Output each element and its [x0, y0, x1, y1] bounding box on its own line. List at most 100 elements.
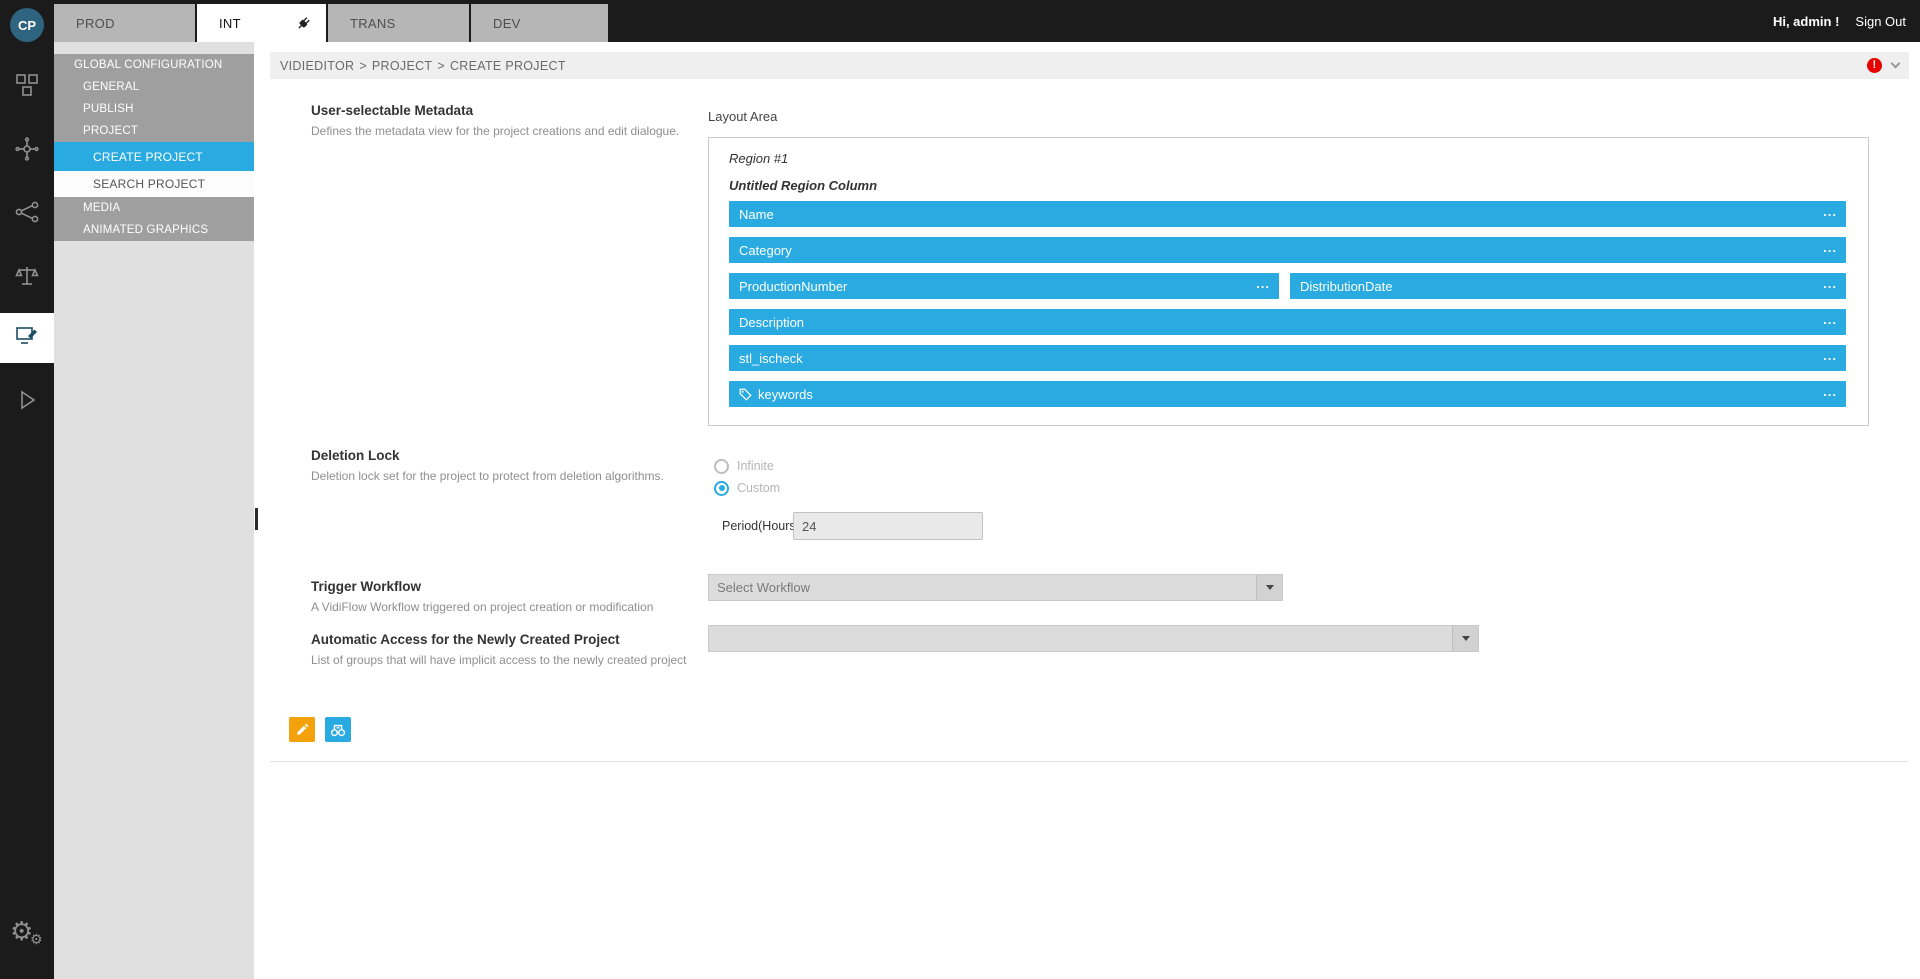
sidebar: GLOBAL CONFIGURATION GENERAL PUBLISH PRO…	[54, 42, 254, 979]
user-area: Hi, admin ! Sign Out	[1773, 0, 1906, 42]
field-options-handle[interactable]: ...	[1823, 241, 1837, 254]
player-icon	[14, 387, 40, 418]
sign-out-link[interactable]: Sign Out	[1855, 14, 1906, 29]
environment-tabs: PROD INT TRANS DEV	[54, 4, 608, 42]
sidebar-item-label: GENERAL	[83, 81, 139, 93]
create-project-form: User-selectable Metadata Defines the met…	[270, 79, 1909, 762]
breadcrumb-right: !	[1867, 58, 1899, 73]
radio-row-custom: Custom	[714, 480, 780, 496]
splitter-handle[interactable]	[255, 508, 258, 530]
sidebar-item-animated-graphics[interactable]: ANIMATED GRAPHICS	[54, 219, 254, 241]
sidebar-item-global-configuration[interactable]: GLOBAL CONFIGURATION	[54, 54, 254, 76]
radio-custom[interactable]	[714, 481, 729, 496]
sidebar-item-label: PUBLISH	[83, 103, 134, 115]
top-bar: PROD INT TRANS DEV Hi, admin !	[54, 0, 1920, 42]
app-logo[interactable]: CP	[10, 8, 44, 42]
chevron-down-icon[interactable]	[1891, 59, 1901, 69]
period-hours-input[interactable]	[793, 512, 983, 540]
tab-trans[interactable]: TRANS	[328, 4, 469, 42]
field-label: ProductionNumber	[739, 279, 847, 294]
metadata-field-production-number[interactable]: ProductionNumber ...	[729, 273, 1279, 299]
sidebar-item-create-project[interactable]: CREATE PROJECT	[54, 142, 254, 171]
edit-button[interactable]	[289, 717, 315, 742]
workflow-select[interactable]: Select Workflow	[708, 574, 1283, 601]
field-label: Name	[739, 207, 774, 222]
breadcrumb: VIDIEDITOR > PROJECT > CREATE PROJECT !	[270, 52, 1909, 79]
connections-icon	[14, 136, 40, 167]
sidebar-item-publish[interactable]: PUBLISH	[54, 98, 254, 120]
user-greeting: Hi, admin !	[1773, 14, 1839, 29]
rail-item-player[interactable]	[0, 377, 54, 427]
tab-dev[interactable]: DEV	[471, 4, 608, 42]
sidebar-item-general[interactable]: GENERAL	[54, 76, 254, 98]
metadata-field-stl-ischeck[interactable]: stl_ischeck ...	[729, 345, 1846, 371]
tab-prod[interactable]: PROD	[54, 4, 195, 42]
metadata-field-category[interactable]: Category ...	[729, 237, 1846, 263]
metadata-field-description[interactable]: Description ...	[729, 309, 1846, 335]
preview-button[interactable]	[325, 717, 351, 742]
auto-access-title: Automatic Access for the Newly Created P…	[311, 632, 620, 647]
sidebar-item-label: MEDIA	[83, 202, 120, 214]
metadata-section-title: User-selectable Metadata	[311, 103, 473, 118]
dropdown-arrow-icon	[1266, 585, 1274, 590]
dropdown-arrow-icon	[1462, 636, 1470, 641]
field-label: Category	[739, 243, 792, 258]
tab-int[interactable]: INT	[197, 4, 326, 42]
rail-item-packages[interactable]	[0, 62, 54, 112]
sidebar-item-media[interactable]: MEDIA	[54, 197, 254, 219]
rail-item-editor[interactable]	[0, 313, 54, 363]
deletion-lock-title: Deletion Lock	[311, 448, 400, 463]
field-options-handle[interactable]: ...	[1823, 349, 1837, 362]
workflow-select-value: Select Workflow	[717, 580, 810, 595]
breadcrumb-item-vidieditor[interactable]: VIDIEDITOR	[280, 59, 354, 73]
sidebar-item-label: PROJECT	[83, 125, 138, 137]
field-label: stl_ischeck	[739, 351, 803, 366]
pencil-icon	[295, 722, 310, 737]
tab-int-label: INT	[219, 16, 241, 31]
breadcrumb-item-create-project[interactable]: CREATE PROJECT	[450, 59, 566, 73]
sidebar-item-label: ANIMATED GRAPHICS	[83, 224, 208, 236]
metadata-field-name[interactable]: Name ...	[729, 201, 1846, 227]
radio-infinite[interactable]	[714, 459, 729, 474]
metadata-field-keywords[interactable]: keywords ...	[729, 381, 1846, 407]
sidebar-item-search-project[interactable]: SEARCH PROJECT	[54, 171, 254, 197]
breadcrumb-item-project[interactable]: PROJECT	[372, 59, 432, 73]
rail-item-settings[interactable]: ⚙ ⚙	[0, 919, 54, 959]
sidebar-item-label: SEARCH PROJECT	[93, 177, 205, 191]
metadata-section-description: Defines the metadata view for the projec…	[311, 124, 679, 138]
breadcrumb-separator: >	[437, 59, 445, 73]
layout-area-label: Layout Area	[708, 109, 777, 124]
editor-icon	[14, 323, 40, 354]
region-column-label: Untitled Region Column	[729, 178, 877, 193]
auto-access-description: List of groups that will have implicit a…	[311, 653, 687, 667]
tab-dev-label: DEV	[493, 16, 521, 31]
period-hours-label: Period(Hours)	[722, 512, 800, 540]
field-options-handle[interactable]: ...	[1823, 313, 1837, 326]
rail-item-balance[interactable]	[0, 253, 54, 303]
plug-icon	[295, 15, 312, 32]
trigger-workflow-description: A VidiFlow Workflow triggered on project…	[311, 600, 653, 614]
layout-area: Region #1 Untitled Region Column Name ..…	[708, 137, 1869, 426]
field-label: keywords	[758, 387, 813, 402]
config-portal-page: CP	[0, 0, 1920, 979]
access-groups-select[interactable]	[708, 625, 1479, 652]
tab-prod-label: PROD	[76, 16, 115, 31]
sidebar-item-label: GLOBAL CONFIGURATION	[74, 59, 222, 71]
field-options-handle[interactable]: ...	[1823, 385, 1837, 398]
alert-icon[interactable]: !	[1867, 58, 1882, 73]
field-options-handle[interactable]: ...	[1823, 205, 1837, 218]
packages-icon	[14, 72, 40, 103]
settings-gear-small-icon: ⚙	[30, 933, 43, 947]
trigger-workflow-title: Trigger Workflow	[311, 579, 421, 594]
access-groups-select-arrow-button[interactable]	[1452, 626, 1478, 651]
field-options-handle[interactable]: ...	[1823, 277, 1837, 290]
rail-item-workflow[interactable]	[0, 189, 54, 239]
sidebar-item-project[interactable]: PROJECT	[54, 120, 254, 142]
metadata-field-distribution-date[interactable]: DistributionDate ...	[1290, 273, 1846, 299]
rail-item-connections[interactable]	[0, 126, 54, 176]
workflow-select-arrow-button[interactable]	[1256, 575, 1282, 600]
balance-icon	[14, 263, 40, 294]
field-options-handle[interactable]: ...	[1256, 277, 1270, 290]
icon-rail: CP	[0, 0, 54, 979]
radio-custom-label: Custom	[737, 481, 780, 495]
